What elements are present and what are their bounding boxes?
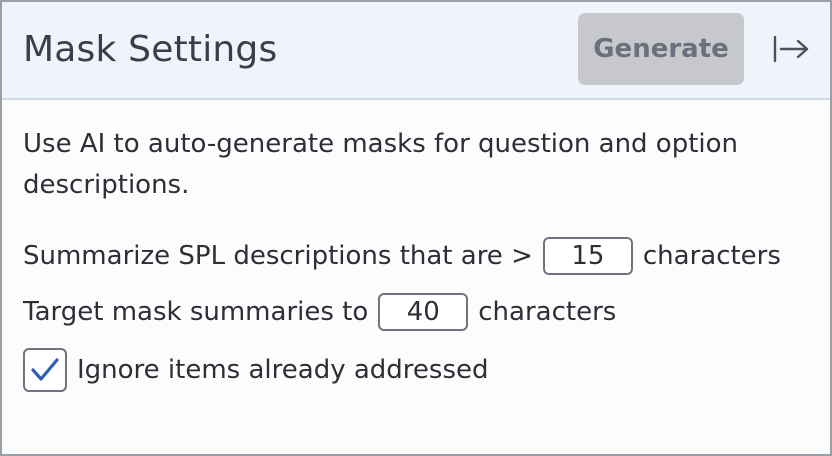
ignore-addressed-checkbox[interactable] <box>23 348 67 392</box>
ignore-addressed-row: Ignore items already addressed <box>23 348 489 392</box>
ignore-addressed-label: Ignore items already addressed <box>77 355 489 385</box>
target-length-row: Target mask summaries to characters <box>23 292 616 332</box>
target-length-input[interactable] <box>378 293 469 331</box>
panel-title: Mask Settings <box>23 29 278 70</box>
checkmark-icon <box>31 358 59 381</box>
summarize-suffix-label: characters <box>642 241 781 271</box>
panel-header: Mask Settings Generate <box>2 2 830 100</box>
summarize-threshold-row: Summarize SPL descriptions that are > ch… <box>23 236 781 276</box>
target-prefix-label: Target mask summaries to <box>23 297 369 327</box>
mask-settings-panel: Mask Settings Generate Use AI to auto-ge… <box>0 0 832 456</box>
description-text: Use AI to auto-generate masks for questi… <box>23 129 739 200</box>
panel-body: Use AI to auto-generate masks for questi… <box>23 124 813 206</box>
summarize-threshold-input[interactable] <box>542 237 633 275</box>
target-suffix-label: characters <box>478 297 617 327</box>
summarize-prefix-label: Summarize SPL descriptions that are > <box>23 241 533 271</box>
generate-button[interactable]: Generate <box>578 13 744 85</box>
collapse-right-icon[interactable] <box>772 34 810 64</box>
